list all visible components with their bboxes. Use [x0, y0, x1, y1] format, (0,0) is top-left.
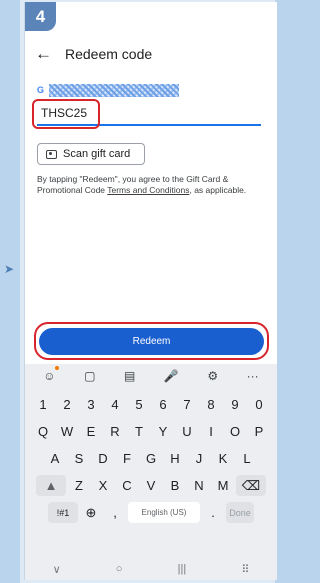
- key[interactable]: 8: [200, 394, 222, 415]
- globe-icon[interactable]: ⊕: [80, 502, 102, 523]
- key[interactable]: I: [200, 421, 222, 442]
- key[interactable]: N: [188, 475, 210, 496]
- redeem-button[interactable]: Redeem: [39, 328, 264, 355]
- scan-gift-card-button[interactable]: Scan gift card: [37, 143, 145, 165]
- microphone-icon[interactable]: 🎤: [164, 369, 179, 383]
- key[interactable]: B: [164, 475, 186, 496]
- key[interactable]: Z: [68, 475, 90, 496]
- terms-link[interactable]: Terms and Conditions: [107, 185, 189, 195]
- key[interactable]: V: [140, 475, 162, 496]
- key[interactable]: F: [116, 448, 138, 469]
- clipboard-icon[interactable]: ▢: [84, 369, 95, 383]
- back-arrow-icon[interactable]: ←: [35, 42, 52, 66]
- keyboard-toolbar: ☺ ▢ ▤ 🎤 ⚙ ···: [25, 364, 277, 388]
- key[interactable]: D: [92, 448, 114, 469]
- app-bar: ← Redeem code: [25, 42, 277, 66]
- nav-recents-icon[interactable]: |||: [178, 563, 187, 575]
- key[interactable]: S: [68, 448, 90, 469]
- key[interactable]: P: [248, 421, 270, 442]
- phone-screen: 4 ← Redeem code G Scan gift card By tapp…: [24, 2, 277, 580]
- key[interactable]: L: [236, 448, 258, 469]
- backspace-key-icon[interactable]: ⌫: [236, 475, 266, 496]
- camera-icon: [46, 149, 57, 159]
- key[interactable]: M: [212, 475, 234, 496]
- more-icon[interactable]: ···: [247, 369, 259, 383]
- period-key[interactable]: .: [202, 502, 224, 523]
- keyboard-row-z: ▲ Z X C V B N M ⌫: [25, 475, 277, 496]
- key[interactable]: O: [224, 421, 246, 442]
- account-row: G: [37, 82, 179, 98]
- key[interactable]: X: [92, 475, 114, 496]
- keyboard-row-numbers: 1 2 3 4 5 6 7 8 9 0: [25, 394, 277, 415]
- key[interactable]: Q: [32, 421, 54, 442]
- keyboard-row-a: A S D F G H J K L: [25, 448, 277, 469]
- key[interactable]: G: [140, 448, 162, 469]
- key[interactable]: 2: [56, 394, 78, 415]
- emoji-icon[interactable]: ☺: [43, 366, 59, 383]
- key[interactable]: 9: [224, 394, 246, 415]
- key[interactable]: 5: [128, 394, 150, 415]
- key[interactable]: U: [176, 421, 198, 442]
- key[interactable]: 4: [104, 394, 126, 415]
- symbols-key[interactable]: !#1: [48, 502, 78, 523]
- system-nav-bar: ∨ ○ ||| ⠿: [25, 558, 277, 580]
- key[interactable]: E: [80, 421, 102, 442]
- code-input[interactable]: [37, 102, 261, 124]
- scan-button-label: Scan gift card: [63, 148, 131, 160]
- key[interactable]: 0: [248, 394, 270, 415]
- nav-back-icon[interactable]: ∨: [53, 563, 61, 576]
- key[interactable]: K: [212, 448, 234, 469]
- key[interactable]: W: [56, 421, 78, 442]
- page-title: Redeem code: [65, 46, 153, 62]
- terms-suffix: , as applicable.: [189, 185, 247, 195]
- key[interactable]: Y: [152, 421, 174, 442]
- blurred-email: [49, 83, 179, 97]
- google-icon: G: [37, 85, 45, 95]
- key[interactable]: R: [104, 421, 126, 442]
- keyboard-row-q: Q W E R T Y U I O P: [25, 421, 277, 442]
- side-arrow-icon: ➤: [4, 262, 15, 276]
- key[interactable]: H: [164, 448, 186, 469]
- key[interactable]: 6: [152, 394, 174, 415]
- key[interactable]: 1: [32, 394, 54, 415]
- key[interactable]: C: [116, 475, 138, 496]
- comma-key[interactable]: ,: [104, 502, 126, 523]
- keyboard: ☺ ▢ ▤ 🎤 ⚙ ··· 1 2 3 4 5 6 7 8 9 0 Q W E …: [25, 364, 277, 580]
- space-key[interactable]: English (US): [128, 502, 200, 523]
- key[interactable]: 7: [176, 394, 198, 415]
- keyboard-mode-icon[interactable]: ▤: [124, 369, 135, 383]
- key[interactable]: A: [44, 448, 66, 469]
- step-badge: 4: [25, 2, 56, 31]
- code-field[interactable]: [37, 102, 261, 126]
- done-key[interactable]: Done: [226, 502, 254, 523]
- key[interactable]: 3: [80, 394, 102, 415]
- shift-key-icon[interactable]: ▲: [36, 475, 66, 496]
- keyboard-row-bottom: !#1 ⊕ , English (US) . Done: [25, 502, 277, 523]
- terms-text: By tapping "Redeem", you agree to the Gi…: [37, 174, 267, 196]
- key[interactable]: J: [188, 448, 210, 469]
- nav-keyboard-icon[interactable]: ⠿: [241, 563, 249, 576]
- nav-home-icon[interactable]: ○: [116, 563, 123, 575]
- key[interactable]: T: [128, 421, 150, 442]
- settings-icon[interactable]: ⚙: [207, 369, 218, 383]
